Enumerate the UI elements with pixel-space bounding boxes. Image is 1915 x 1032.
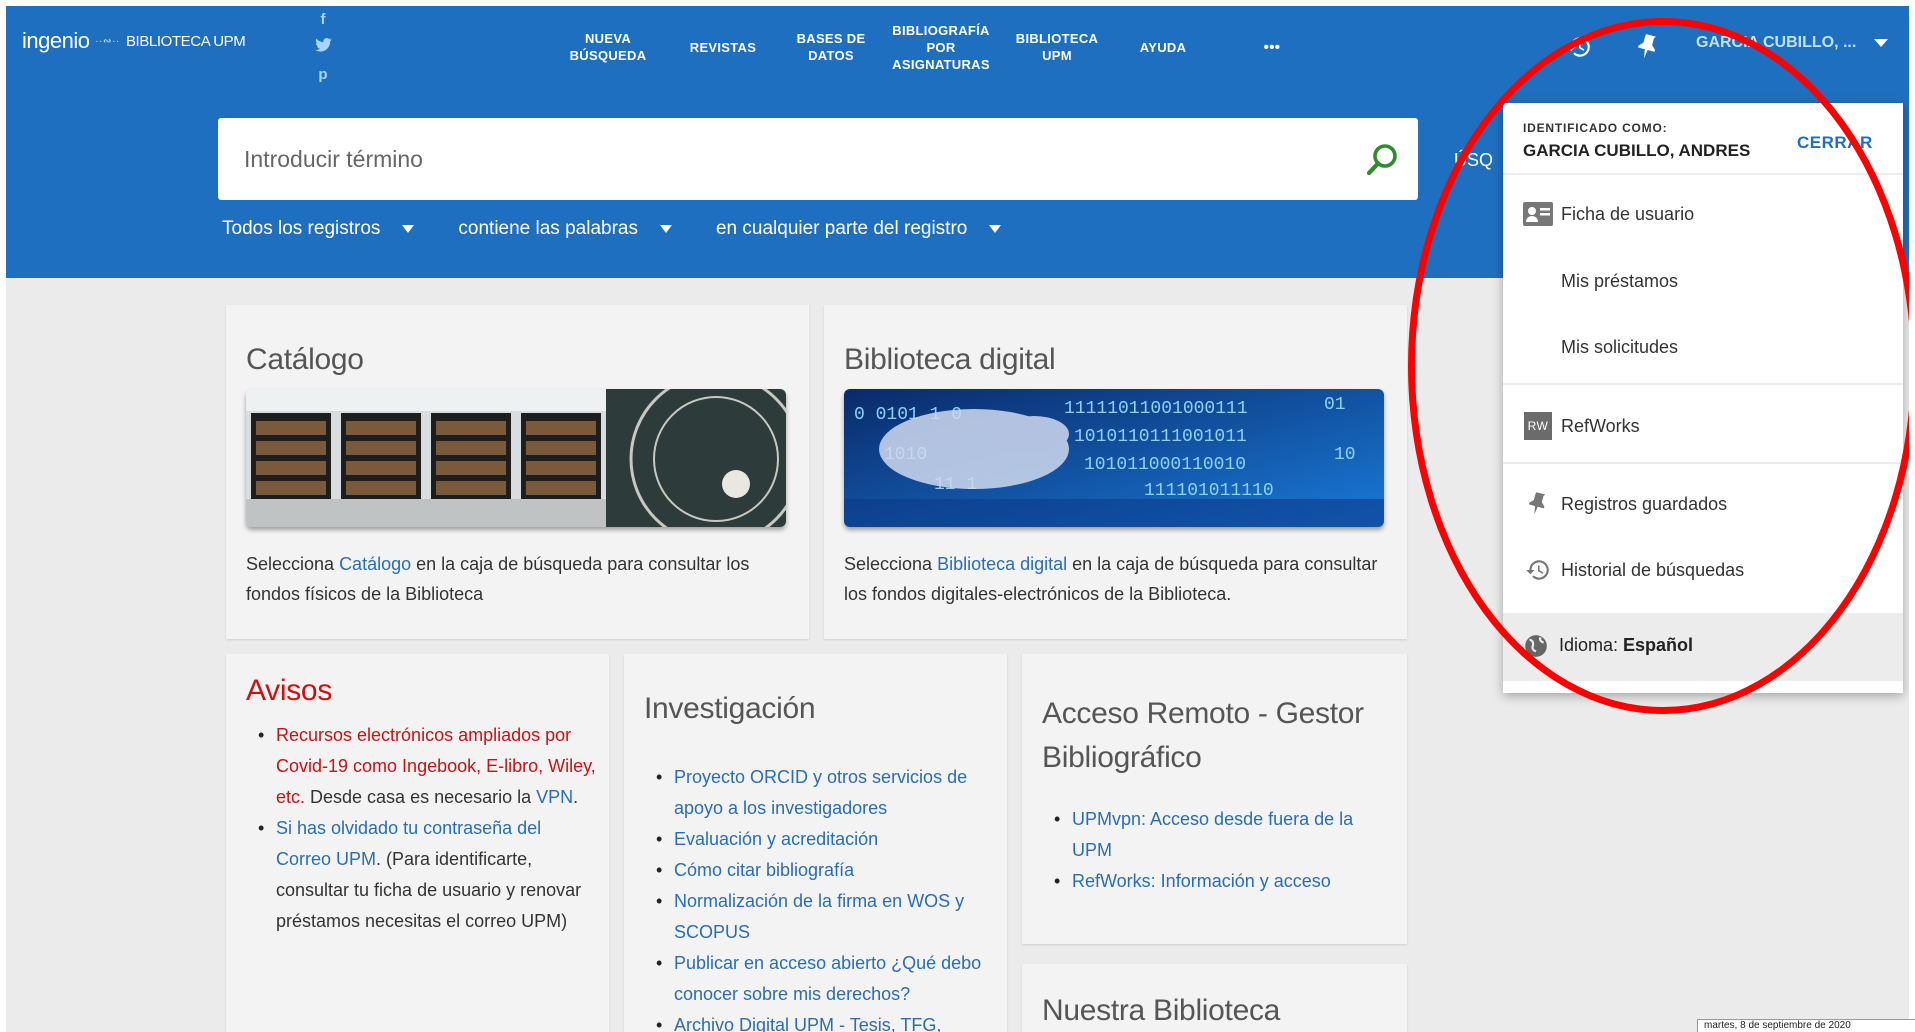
filter-field[interactable]: en cualquier parte del registro bbox=[716, 218, 1002, 240]
avisos-list: Recursos electrónicos ampliados por Covi… bbox=[226, 720, 596, 937]
pin-icon bbox=[1523, 489, 1553, 519]
language-value: Español bbox=[1623, 635, 1694, 655]
pin-icon[interactable] bbox=[1631, 30, 1665, 64]
advanced-search-link[interactable]: ÚSQ bbox=[1454, 150, 1493, 171]
history-icon bbox=[1523, 555, 1553, 585]
card-description: Selecciona Biblioteca digital en la caja… bbox=[844, 554, 1378, 604]
language-selector[interactable]: Idioma: Español bbox=[1503, 613, 1903, 681]
svg-text:1010110111001011: 1010110111001011 bbox=[1074, 427, 1247, 447]
divider bbox=[1503, 462, 1903, 464]
vpn-link[interactable]: VPN bbox=[536, 787, 573, 807]
card-avisos: Avisos Recursos electrónicos ampliados p… bbox=[226, 654, 609, 1032]
card-biblioteca-digital: Biblioteca digital 0 0101 1 0 11111011001… bbox=[824, 305, 1407, 639]
biblioteca-digital-image[interactable]: 0 0101 1 0 11111011001000111 101011011100… bbox=[844, 389, 1384, 527]
user-dropdown-menu: IDENTIFICADO COMO: GARCIA CUBILLO, ANDRE… bbox=[1503, 103, 1903, 693]
list-item: Normalización de la firma en WOS y SCOPU… bbox=[624, 886, 984, 948]
svg-text:11111011001000111: 11111011001000111 bbox=[1064, 399, 1248, 419]
svg-text:01: 01 bbox=[1324, 395, 1346, 415]
list-item: Recursos electrónicos ampliados por Covi… bbox=[226, 720, 596, 813]
filter-scope[interactable]: Todos los registros bbox=[222, 218, 415, 240]
site-logo[interactable]: ingenio ∙∙∾∙∙ BIBLIOTECA UPM bbox=[22, 28, 246, 54]
search-filters: Todos los registros contiene las palabra… bbox=[222, 218, 1045, 240]
logo-main: ingenio bbox=[22, 28, 90, 53]
menu-item-registros-guardados[interactable]: Registros guardados bbox=[1503, 481, 1903, 527]
menu-item-ficha-usuario[interactable]: Ficha de usuario bbox=[1503, 191, 1903, 237]
search-button[interactable] bbox=[1362, 138, 1404, 180]
svg-text:111101011110: 111101011110 bbox=[1144, 481, 1274, 501]
identified-as-label: IDENTIFICADO COMO: bbox=[1523, 121, 1668, 135]
catalogo-link[interactable]: Catálogo bbox=[339, 554, 411, 574]
menu-item-mis-prestamos[interactable]: Mis préstamos bbox=[1503, 258, 1903, 304]
acceso-list: UPMvpn: Acceso desde fuera de la UPM Ref… bbox=[1022, 804, 1382, 897]
user-menu-label: GARCIA CUBILLO, ... bbox=[1696, 34, 1857, 51]
pinterest-icon[interactable]: p bbox=[318, 67, 327, 82]
globe-icon bbox=[1523, 633, 1549, 664]
history-icon[interactable] bbox=[1562, 30, 1596, 64]
card-title: Avisos bbox=[246, 674, 333, 707]
card-title: Investigación bbox=[644, 692, 816, 725]
card-title: Nuestra Biblioteca bbox=[1042, 994, 1281, 1027]
language-label: Idioma: Español bbox=[1559, 635, 1694, 655]
app-window: ingenio ∙∙∾∙∙ BIBLIOTECA UPM f p NUEVA BÚ… bbox=[6, 6, 1909, 1032]
nav-ayuda[interactable]: AYUDA bbox=[1113, 6, 1213, 88]
list-item: Evaluación y acreditación bbox=[624, 824, 984, 855]
caret-down-icon bbox=[659, 225, 672, 233]
list-item: Cómo citar bibliografía bbox=[624, 855, 984, 886]
card-description: Selecciona Catálogo en la caja de búsque… bbox=[246, 554, 750, 604]
search-box bbox=[218, 118, 1418, 200]
close-button[interactable]: CERRAR bbox=[1797, 133, 1873, 153]
divider bbox=[1503, 173, 1903, 175]
date-tooltip: martes, 8 de septiembre de 2020 bbox=[1697, 1019, 1915, 1032]
user-name: GARCIA CUBILLO, ANDRES bbox=[1523, 141, 1751, 160]
card-acceso-remoto: Acceso Remoto - Gestor Bibliográfico UPM… bbox=[1022, 654, 1407, 944]
search-input[interactable] bbox=[218, 118, 1348, 200]
svg-text:10: 10 bbox=[1334, 445, 1356, 465]
menu-item-mis-solicitudes[interactable]: Mis solicitudes bbox=[1503, 324, 1903, 370]
caret-down-icon bbox=[1874, 39, 1889, 47]
logo-sub: BIBLIOTECA UPM bbox=[125, 32, 246, 50]
facebook-icon[interactable]: f bbox=[321, 12, 326, 27]
divider bbox=[1503, 383, 1903, 385]
refworks-icon: RW bbox=[1523, 411, 1553, 441]
card-title: Acceso Remoto - Gestor Bibliográfico bbox=[1042, 697, 1364, 774]
list-item: Publicar en acceso abierto ¿Qué debo con… bbox=[624, 948, 984, 1010]
more-dots-icon: ••• bbox=[1263, 38, 1281, 56]
filter-operator[interactable]: contiene las palabras bbox=[458, 218, 672, 240]
menu-item-historial-busquedas[interactable]: Historial de búsquedas bbox=[1503, 547, 1903, 593]
list-item: UPMvpn: Acceso desde fuera de la UPM bbox=[1022, 804, 1382, 866]
list-item: RefWorks: Información y acceso bbox=[1022, 866, 1382, 897]
search-icon bbox=[1366, 144, 1397, 176]
nav-bibliografia-asignaturas[interactable]: BIBLIOGRAFÍA POR ASIGNATURAS bbox=[876, 6, 1006, 88]
nav-nueva-busqueda[interactable]: NUEVA BÚSQUEDA bbox=[558, 6, 658, 88]
card-title: Biblioteca digital bbox=[844, 343, 1056, 376]
nav-more[interactable]: ••• bbox=[1222, 6, 1322, 88]
card-nuestra-biblioteca: Nuestra Biblioteca bbox=[1022, 964, 1407, 1032]
nav-bases-de-datos[interactable]: BASES DE DATOS bbox=[781, 6, 881, 88]
caret-down-icon bbox=[402, 225, 415, 233]
twitter-icon[interactable] bbox=[314, 38, 332, 55]
catalogo-image[interactable] bbox=[246, 389, 786, 527]
caret-down-icon bbox=[989, 225, 1002, 233]
user-menu-toggle[interactable]: GARCIA CUBILLO, ... bbox=[1696, 34, 1889, 52]
card-catalogo: Catálogo Selecciona Catálogo en la caja … bbox=[226, 305, 809, 639]
list-item: Proyecto ORCID y otros servicios de apoy… bbox=[624, 762, 984, 824]
logo-separator: ∙∙∾∙∙ bbox=[95, 35, 120, 47]
nav-revistas[interactable]: REVISTAS bbox=[673, 6, 773, 88]
top-navigation-bar: ingenio ∙∙∾∙∙ BIBLIOTECA UPM f p NUEVA BÚ… bbox=[6, 6, 1909, 88]
social-links: f p bbox=[310, 6, 336, 88]
card-investigacion: Investigación Proyecto ORCID y otros ser… bbox=[624, 654, 1007, 1032]
nav-biblioteca-upm[interactable]: BIBLIOTECA UPM bbox=[1002, 6, 1112, 88]
list-item: Si has olvidado tu contraseña del Correo… bbox=[226, 813, 596, 937]
biblioteca-digital-link[interactable]: Biblioteca digital bbox=[937, 554, 1067, 574]
card-title: Catálogo bbox=[246, 343, 364, 376]
svg-text:101011000110010: 101011000110010 bbox=[1084, 455, 1246, 475]
investigacion-list: Proyecto ORCID y otros servicios de apoy… bbox=[624, 762, 984, 1032]
list-item: Archivo Digital UPM - Tesis, TFG, TFM, bbox=[624, 1010, 984, 1032]
id-card-icon bbox=[1523, 199, 1553, 229]
menu-item-refworks[interactable]: RW RefWorks bbox=[1503, 403, 1903, 449]
